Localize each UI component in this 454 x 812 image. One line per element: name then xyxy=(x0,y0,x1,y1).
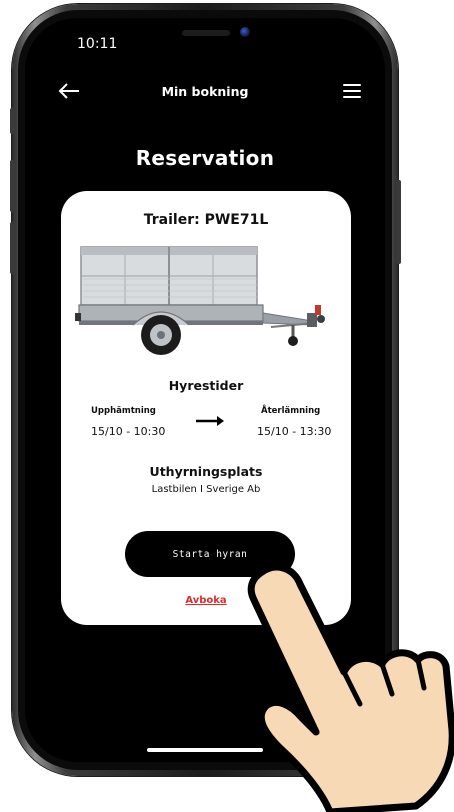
silent-switch xyxy=(10,108,15,134)
rental-location-heading: Uthyrningsplats xyxy=(149,464,263,479)
arrow-right-icon xyxy=(196,416,224,426)
hamburger-menu-icon[interactable] xyxy=(343,84,361,98)
volume-up-button xyxy=(10,160,15,212)
volume-down-button xyxy=(10,222,15,274)
front-camera xyxy=(240,27,250,37)
rental-location-value: Lastbilen I Sverige Ab xyxy=(151,484,261,495)
app-mockup: 10:11 Min bokning Reservation Trailer: P… xyxy=(0,0,454,812)
rental-times-heading: Hyrestider xyxy=(168,378,244,393)
return-label: Återlämning xyxy=(261,406,321,416)
page-title: Reservation xyxy=(135,146,275,170)
notch xyxy=(122,18,288,50)
pickup-time: 15/10 - 10:30 xyxy=(91,425,166,438)
trailer-image xyxy=(75,246,325,355)
power-button xyxy=(396,180,401,264)
speaker-grille xyxy=(182,30,230,36)
nav-title: Min bokning xyxy=(161,84,249,99)
pointing-hand-icon xyxy=(247,563,454,812)
trailer-title: Trailer: PWE71L xyxy=(143,212,269,228)
status-time: 10:11 xyxy=(77,36,118,52)
pickup-label: Upphämtning xyxy=(91,406,156,416)
return-time: 15/10 - 13:30 xyxy=(257,425,332,438)
